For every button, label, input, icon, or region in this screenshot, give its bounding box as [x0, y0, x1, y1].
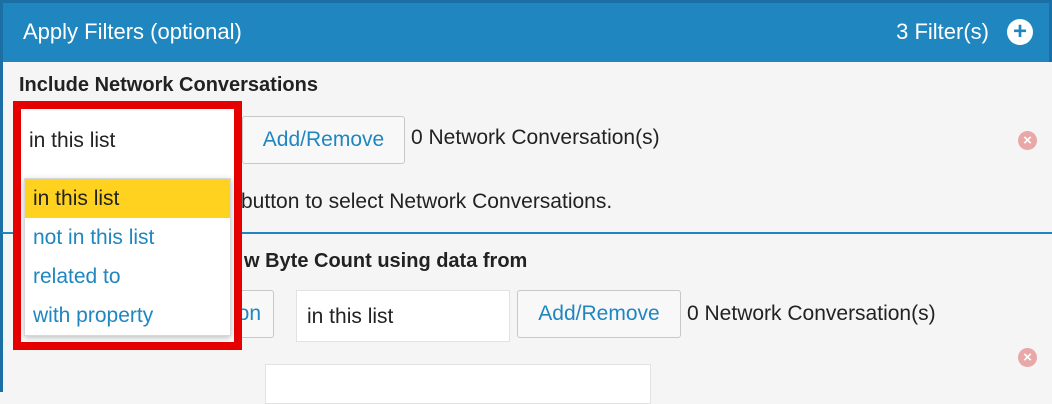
option-related-to[interactable]: related to	[25, 257, 230, 296]
plus-circle-icon[interactable]: +	[1007, 19, 1033, 45]
operator-dropdown: in this list not in this list related to…	[24, 178, 231, 336]
filter-2-title: w Byte Count using data from	[244, 250, 528, 272]
option-not-in-this-list[interactable]: not in this list	[25, 218, 230, 257]
add-remove-button[interactable]: Add/Remove	[517, 290, 681, 338]
option-in-this-list[interactable]: in this list	[25, 179, 230, 218]
filter-2-lower-input[interactable]	[265, 364, 651, 404]
filter-count: 3 Filter(s)	[896, 19, 989, 44]
network-conversation-count: 0 Network Conversation(s)	[411, 126, 660, 149]
remove-circle-icon[interactable]: ×	[1018, 131, 1037, 150]
add-remove-button[interactable]: Add/Remove	[242, 116, 405, 164]
remove-circle-icon[interactable]: ×	[1018, 348, 1037, 367]
network-conversation-count: 0 Network Conversation(s)	[687, 302, 936, 325]
include-operator-select[interactable]: in this list	[21, 109, 234, 164]
filters-title: Apply Filters (optional)	[23, 19, 242, 44]
filters-header: Apply Filters (optional) 3 Filter(s) +	[0, 0, 1052, 62]
filter-1-hint: button to select Network Conversations.	[241, 190, 613, 213]
filter-2-select[interactable]: in this list	[296, 290, 510, 342]
filter-1-title: Include Network Conversations	[19, 74, 318, 96]
option-with-property[interactable]: with property	[25, 296, 230, 335]
